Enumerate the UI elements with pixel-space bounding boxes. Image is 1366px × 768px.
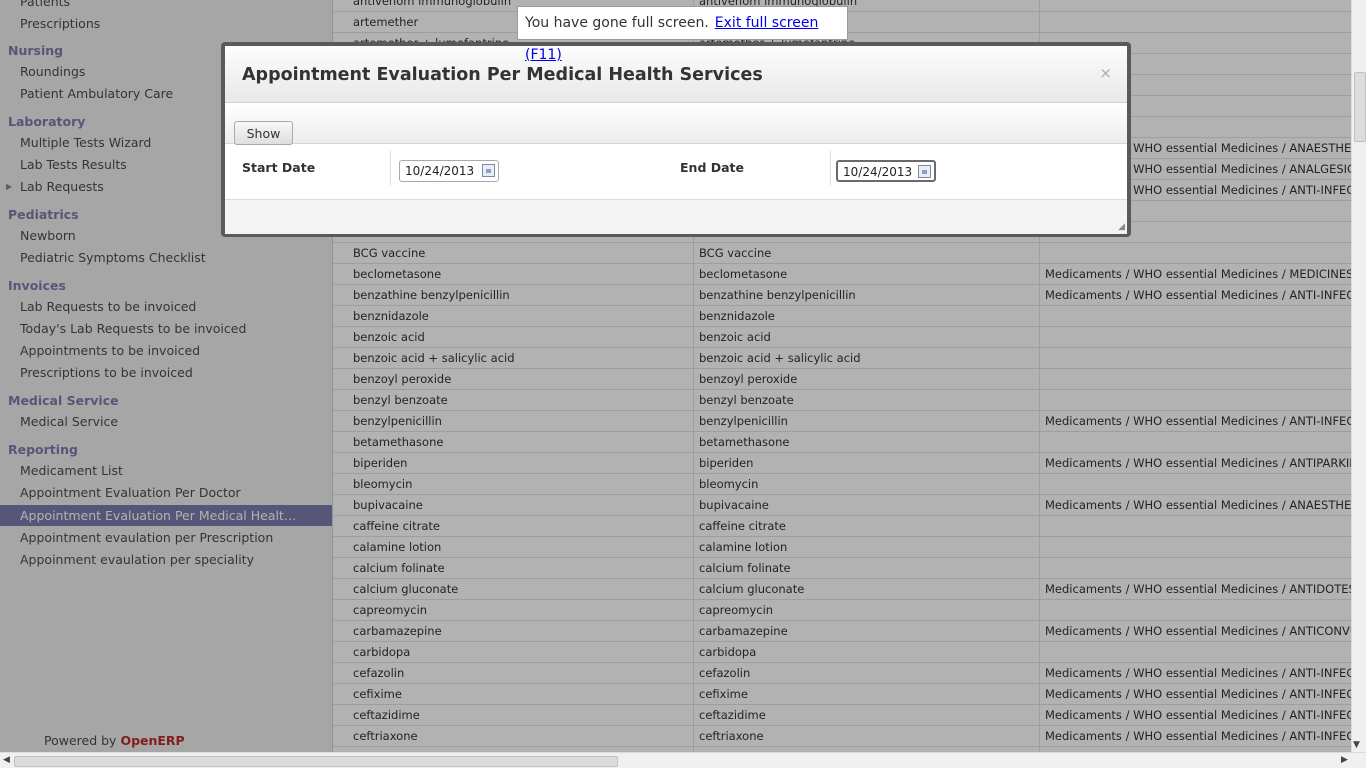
field-separator (830, 151, 831, 185)
horizontal-scrollbar-thumb[interactable] (14, 756, 618, 767)
end-date-value: 10/24/2013 (843, 165, 913, 179)
vertical-scrollbar[interactable] (1351, 0, 1366, 752)
vertical-scrollbar-thumb[interactable] (1354, 72, 1366, 142)
show-button[interactable]: Show (234, 121, 293, 145)
start-date-label: Start Date (242, 160, 316, 175)
start-date-input[interactable]: 10/24/2013 (399, 160, 499, 182)
close-icon[interactable]: × (1099, 64, 1112, 82)
fullscreen-notice: You have gone full screen. Exit full scre… (517, 6, 848, 63)
calendar-icon[interactable] (918, 165, 931, 178)
dialog-header: Appointment Evaluation Per Medical Healt… (225, 46, 1127, 103)
start-date-value: 10/24/2013 (405, 164, 475, 178)
end-date-input[interactable]: 10/24/2013 (836, 160, 936, 182)
dialog-footer: ◢ (225, 199, 1127, 234)
resize-grip-icon[interactable]: ◢ (1118, 222, 1125, 232)
dialog-toolbar: Show (225, 103, 1127, 145)
scroll-right-arrow-icon[interactable]: ▶ (1341, 755, 1348, 765)
fullscreen-message: You have gone full screen. (525, 15, 709, 31)
dialog-title: Appointment Evaluation Per Medical Healt… (242, 65, 763, 85)
end-date-label: End Date (680, 160, 745, 175)
calendar-icon[interactable] (482, 164, 495, 177)
scroll-down-arrow-icon[interactable]: ▼ (1353, 740, 1360, 750)
report-dialog: Appointment Evaluation Per Medical Healt… (221, 42, 1131, 237)
horizontal-scrollbar[interactable]: ◀ ▶ (0, 752, 1366, 768)
field-separator (390, 151, 391, 185)
scroll-left-arrow-icon[interactable]: ◀ (3, 755, 10, 765)
